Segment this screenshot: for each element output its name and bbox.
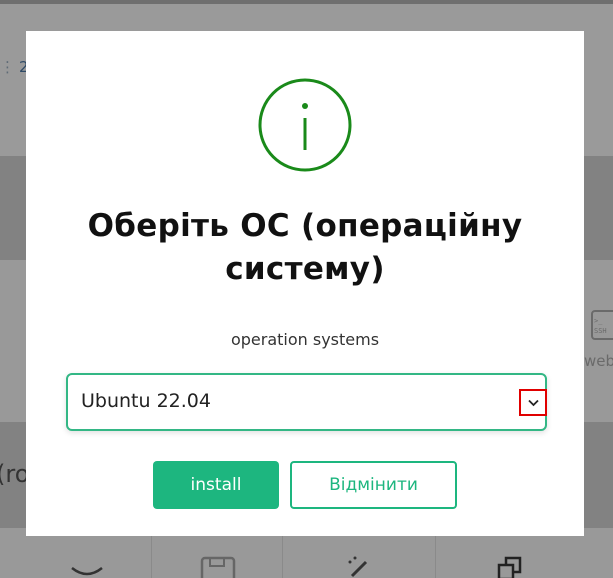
magic-wand-icon [348, 556, 368, 578]
select-label: operation systems [230, 330, 380, 349]
bg-list-counter: ⋮ 2 [0, 58, 29, 76]
bg-partial-text: (ro [0, 460, 30, 488]
save-icon [200, 556, 236, 578]
bg-toolbar-separator [151, 536, 152, 578]
info-circle-icon [258, 78, 352, 172]
dialog-title-line-1: Оберіть ОС (операційну [87, 208, 523, 244]
bg-web-label: web [584, 352, 613, 370]
svg-text:>_: >_ [594, 317, 603, 325]
dialog-title: Оберіть ОС (операційну системy) [46, 205, 564, 291]
copy-icon [497, 556, 522, 578]
install-button[interactable]: install [153, 461, 279, 509]
svg-text:SSH: SSH [594, 327, 607, 335]
bg-toolbar-separator [435, 536, 436, 578]
dropdown-toggle[interactable] [519, 389, 547, 416]
os-select-value: Ubuntu 22.04 [81, 390, 211, 412]
chevron-down-icon [528, 399, 539, 407]
bg-toolbar-separator [282, 536, 283, 578]
os-select[interactable]: Ubuntu 22.04 [66, 373, 547, 431]
cancel-button[interactable]: Відмінити [290, 461, 457, 509]
ssh-icon: >_ SSH [591, 310, 613, 340]
dialog-title-line-2: системy) [225, 251, 385, 287]
list-icon: ⋮ [0, 58, 15, 76]
eye-icon [71, 566, 103, 576]
os-select-dialog: Оберіть ОС (операційну системy) operatio… [26, 31, 584, 536]
